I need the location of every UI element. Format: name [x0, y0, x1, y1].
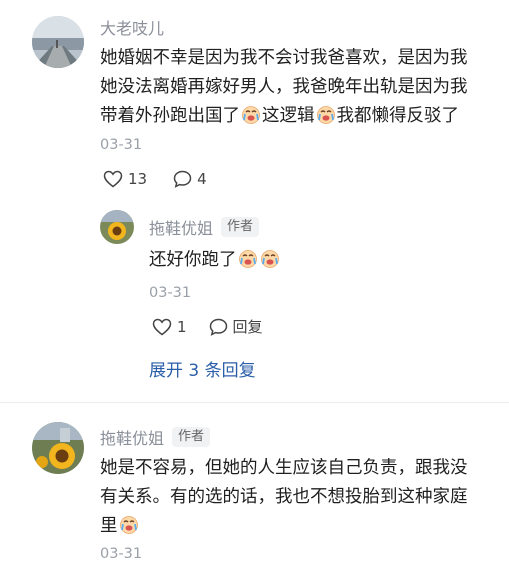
heart-icon [103, 170, 123, 188]
crying-emoji-icon [260, 248, 280, 268]
comment-line: 有关系。有的选的话，我也不想投胎到这种家庭 [100, 487, 468, 507]
comment-text-segment: 里 [100, 516, 118, 536]
comment-text: 她婚姻不幸是因为我不会讨我爸喜欢，是因为我 她没法离婚再嫁好男人，我爸晚年出轨是… [100, 44, 500, 131]
crying-emoji-icon [238, 248, 258, 268]
sunflower-avatar-image [100, 210, 134, 244]
comment-date: 03-31 [100, 546, 143, 562]
avatar[interactable] [32, 16, 84, 68]
comment-text-segment: 带着外孙跑出国了 [100, 106, 240, 126]
comment-icon [173, 170, 192, 188]
avatar[interactable] [32, 422, 84, 474]
crying-emoji-icon [316, 104, 336, 124]
comment-line: 她婚姻不幸是因为我不会讨我爸喜欢，是因为我 [100, 48, 468, 68]
comment-line: 里 [100, 512, 500, 541]
reply-count-button[interactable]: 4 [173, 170, 207, 188]
author-badge: 作者 [221, 217, 260, 237]
sunflower-avatar-image [32, 422, 84, 474]
comment-text: 她是不容易，但她的人生应该自己负责，跟我没 有关系。有的选的话，我也不想投胎到这… [100, 454, 500, 541]
comment-icon [209, 318, 227, 336]
reply-label: 回复 [232, 318, 263, 336]
username[interactable]: 拖鞋优姐 [100, 425, 164, 449]
like-count: 1 [177, 317, 187, 336]
avatar[interactable] [100, 210, 134, 244]
username[interactable]: 拖鞋优姐 [149, 215, 213, 239]
author-badge: 作者 [172, 427, 211, 447]
like-count: 13 [128, 170, 148, 188]
comment-line: 她是不容易，但她的人生应该自己负责，跟我没 [100, 458, 468, 478]
like-button[interactable]: 1 [152, 318, 187, 336]
reply-date: 03-31 [149, 285, 192, 301]
crying-emoji-icon [241, 104, 261, 124]
comment-text-segment: 我都懒得反驳了 [336, 106, 460, 126]
heart-icon [152, 318, 172, 335]
reply-button[interactable]: 回复 [209, 316, 263, 337]
like-button[interactable]: 13 [103, 170, 147, 188]
comment-line: 带着外孙跑出国了 这逻辑 我都懒得反驳了 [100, 102, 500, 131]
reply-text-segment: 还好你跑了 [149, 250, 237, 270]
expand-replies-link[interactable]: 展开 3 条回复 [149, 356, 256, 381]
divider [0, 402, 509, 403]
reply-actions: 1 回复 [152, 316, 263, 337]
reply-text: 还好你跑了 [149, 246, 281, 275]
comment-line: 她没法离婚再嫁好男人，我爸晚年出轨是因为我 [100, 77, 468, 97]
comment-date: 03-31 [100, 137, 143, 153]
comment-text-segment: 这逻辑 [262, 106, 315, 126]
crying-emoji-icon [119, 514, 139, 534]
comment-actions: 13 4 [103, 170, 207, 188]
avatar-image [32, 16, 84, 68]
reply-count: 4 [197, 170, 207, 188]
username[interactable]: 大老吱儿 [100, 15, 164, 39]
